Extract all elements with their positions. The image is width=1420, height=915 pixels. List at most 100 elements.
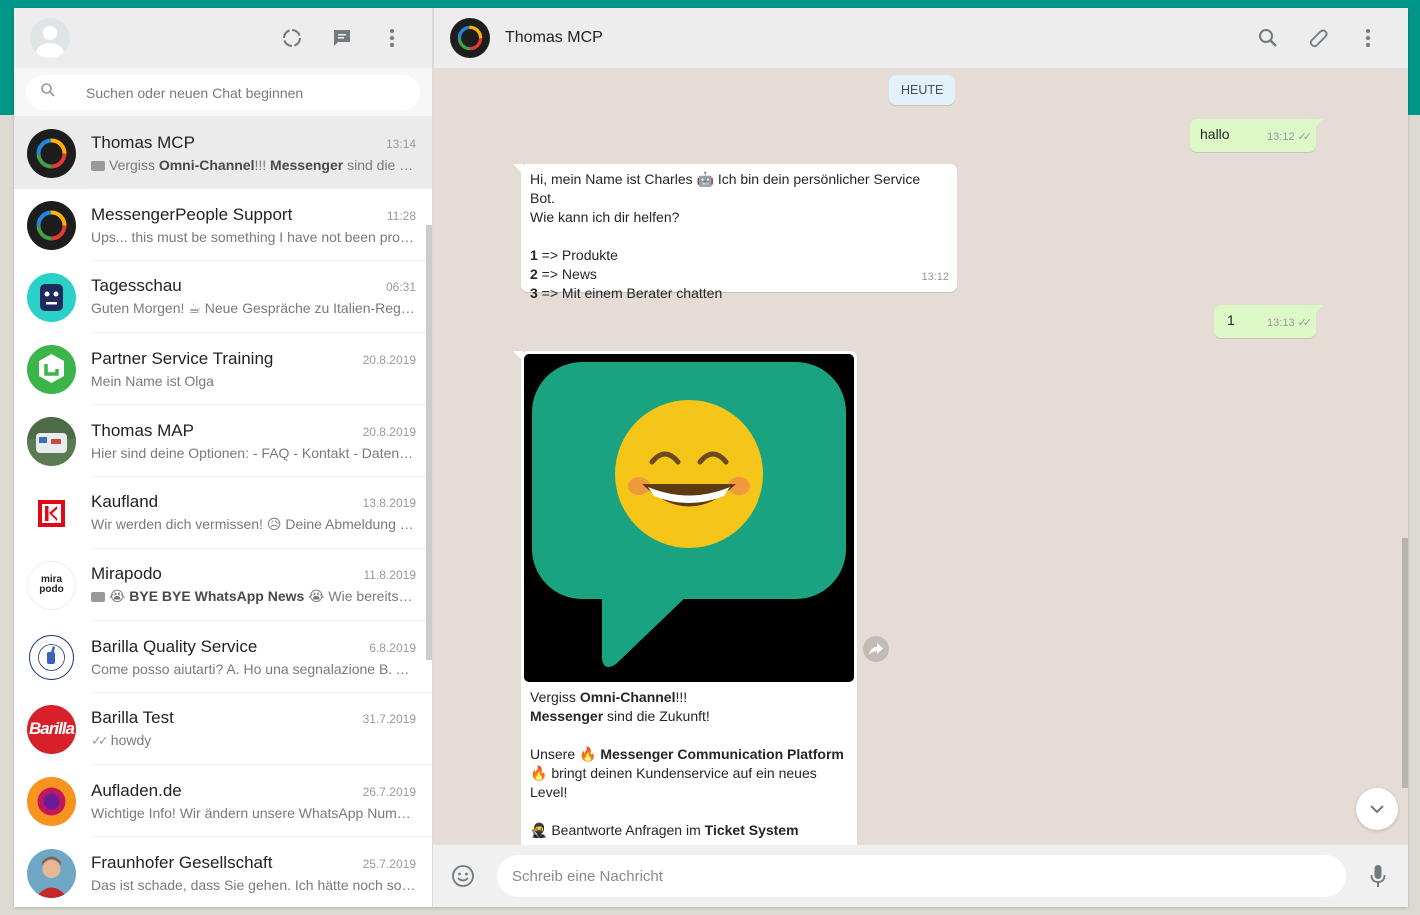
message-time: 13:13 <box>1267 317 1295 329</box>
message-area-scrollbar[interactable] <box>1402 538 1408 788</box>
chat-preview: Come posso aiutarti? A. Ho una segnalazi… <box>91 660 416 677</box>
composer <box>433 845 1408 907</box>
chat-time: 11:28 <box>386 208 416 223</box>
crying-face-icon: 😭 <box>109 588 126 604</box>
search-icon[interactable] <box>1256 26 1280 50</box>
chat-preview: Wichtige Info! Wir ändern unsere WhatsAp… <box>91 804 416 821</box>
sad-face-icon: 😥 <box>266 516 282 532</box>
chat-name: MessengerPeople Support <box>91 204 293 224</box>
chat-item-partner-service-training[interactable]: Partner Service Training 20.8.2019 Mein N… <box>14 333 432 405</box>
message-incoming-image[interactable]: Vergiss Omni-Channel!!! Messenger sind d… <box>513 351 857 845</box>
message-input[interactable] <box>497 855 1346 897</box>
preview-text: Neue Gespräche zu Italien-Regierung <box>200 300 416 316</box>
preview-text: !!! <box>254 156 271 173</box>
preview-text: Guten Morgen! <box>91 300 189 316</box>
day-chip: HEUTE <box>889 75 956 105</box>
ninja-icon: 🥷 <box>530 822 548 838</box>
conversation-pane: Thomas MCP HEUTE hallo 13:12 ✓✓ Hi, mein… <box>433 8 1408 907</box>
chat-item-tagesschau[interactable]: Tagesschau 06:31 Guten Morgen! ☕ Neue Ges… <box>14 261 432 333</box>
chat-time: 13:14 <box>385 136 416 151</box>
bold-text: Omni-Channel <box>579 689 676 705</box>
search-bar <box>14 68 432 117</box>
attach-icon[interactable] <box>1306 26 1330 50</box>
avatar <box>27 272 76 322</box>
menu-icon[interactable] <box>1356 26 1380 50</box>
bold-text: Messenger <box>530 708 604 724</box>
message-text: 1 <box>1227 312 1235 328</box>
sidebar-header <box>14 8 432 68</box>
avatar <box>27 128 76 178</box>
double-check-icon: ✓✓ <box>91 733 109 748</box>
avatar: Barilla <box>27 704 76 754</box>
option-text: => News <box>537 266 597 282</box>
chat-preview: Das ist schade, dass Sie gehen. Ich hätt… <box>91 876 416 893</box>
preview-text: Wir werden dich vermissen! <box>91 516 267 532</box>
barilla-logo: Barilla <box>29 719 75 738</box>
chat-time: 13.8.2019 <box>362 496 416 510</box>
message-outgoing[interactable]: 1 13:13 ✓✓ <box>1214 305 1323 338</box>
chat-name: Thomas MAP <box>91 420 194 440</box>
camera-icon <box>91 160 105 171</box>
profile-avatar[interactable] <box>30 18 70 58</box>
whatsapp-web-window: Thomas MCP 13:14 Vergiss Omni-Channel!!! … <box>14 8 1408 907</box>
crying-face-icon: 😭 <box>308 588 325 604</box>
chat-item-messengerpeople-support[interactable]: MessengerPeople Support 11:28 Ups... this… <box>14 189 432 261</box>
chat-preview: 😭 BYE BYE WhatsApp News 😭 Wie bereits an… <box>91 588 416 605</box>
chat-preview: Ups... this must be something I have not… <box>91 228 416 245</box>
message-outgoing[interactable]: hallo 13:12 ✓✓ <box>1190 119 1323 152</box>
chat-time: 06:31 <box>385 280 416 294</box>
chat-time: 6.8.2019 <box>369 640 416 655</box>
contact-avatar[interactable] <box>450 18 490 58</box>
message-image[interactable] <box>524 354 854 682</box>
bold-text: Ticket System <box>704 822 799 838</box>
option-number: 1 <box>530 247 538 263</box>
chat-name: Barilla Test <box>91 708 174 727</box>
coffee-icon: ☕ <box>188 300 201 316</box>
avatar <box>27 776 76 826</box>
chat-name: Fraunhofer Gesellschaft <box>91 852 273 872</box>
chat-time: 11.8.2019 <box>363 568 417 582</box>
emoji-icon[interactable] <box>451 864 475 888</box>
new-chat-icon[interactable] <box>330 26 354 50</box>
chat-item-barilla-quality-service[interactable]: Barilla Quality Service 6.8.2019 Come pos… <box>14 621 432 693</box>
message-incoming[interactable]: Hi, mein Name ist Charles 🤖 Ich bin dein… <box>513 164 957 301</box>
chat-time: 20.8.2019 <box>362 352 416 367</box>
forward-icon[interactable] <box>863 636 889 662</box>
chat-item-fraunhofer[interactable]: Fraunhofer Gesellschaft 25.7.2019 Das ist… <box>14 837 432 907</box>
chat-name: Barilla Quality Service <box>91 636 258 656</box>
chat-item-thomas-map[interactable]: Thomas MAP 20.8.2019 Hier sind deine Opti… <box>14 405 432 477</box>
option-number: 3 <box>530 285 538 301</box>
chat-item-aufladen[interactable]: Aufladen.de 26.7.2019 Wichtige Info! Wir … <box>14 765 432 837</box>
chat-list-scrollbar[interactable] <box>426 225 432 660</box>
fire-icon: 🔥 <box>579 746 597 762</box>
menu-icon[interactable] <box>380 26 404 50</box>
microphone-icon[interactable] <box>1366 864 1390 888</box>
chat-time: 26.7.2019 <box>362 784 416 799</box>
chat-item-thomas-mcp[interactable]: Thomas MCP 13:14 Vergiss Omni-Channel!!! … <box>14 117 432 189</box>
text: bringt deinen Kundenservice auf ein neue… <box>530 765 817 800</box>
search-input[interactable] <box>86 84 406 101</box>
chat-item-kaufland[interactable]: Kaufland 13.8.2019 Wir werden dich vermis… <box>14 477 432 549</box>
scroll-down-button[interactable] <box>1356 788 1398 830</box>
camera-icon <box>91 592 105 603</box>
message-text: Hi, mein Name ist Charles 🤖 Ich bin dein… <box>530 170 948 303</box>
option-text: => Produkte <box>537 247 618 263</box>
preview-bold: Omni-Channel <box>158 156 255 173</box>
contact-name[interactable]: Thomas MCP <box>505 29 603 47</box>
chevron-down-icon <box>1370 805 1384 814</box>
status-icon[interactable] <box>280 26 304 50</box>
text: sind die Zukunft! <box>603 708 710 724</box>
chat-name: Mirapodo <box>91 564 162 583</box>
smiley-speech-bubble-icon <box>532 362 846 668</box>
text: Beantworte Anfragen im <box>547 822 705 838</box>
search-icon[interactable] <box>40 82 56 103</box>
preview-text: Wie bereits angekündigt <box>328 588 416 604</box>
text: !!! <box>675 689 688 705</box>
message-time: 13:12 <box>1267 131 1295 143</box>
double-check-icon: ✓✓ <box>1297 131 1313 143</box>
avatar <box>27 632 76 682</box>
chat-item-barilla-test[interactable]: Barilla Barilla Test 31.7.2019 ✓✓ howdy <box>14 693 432 765</box>
option-text: => Mit einem Berater chatten <box>537 285 723 301</box>
chat-item-mirapodo[interactable]: mira podo Mirapodo 11.8.2019 😭 BYE BYE Wh… <box>14 549 432 621</box>
search-box <box>26 75 420 110</box>
